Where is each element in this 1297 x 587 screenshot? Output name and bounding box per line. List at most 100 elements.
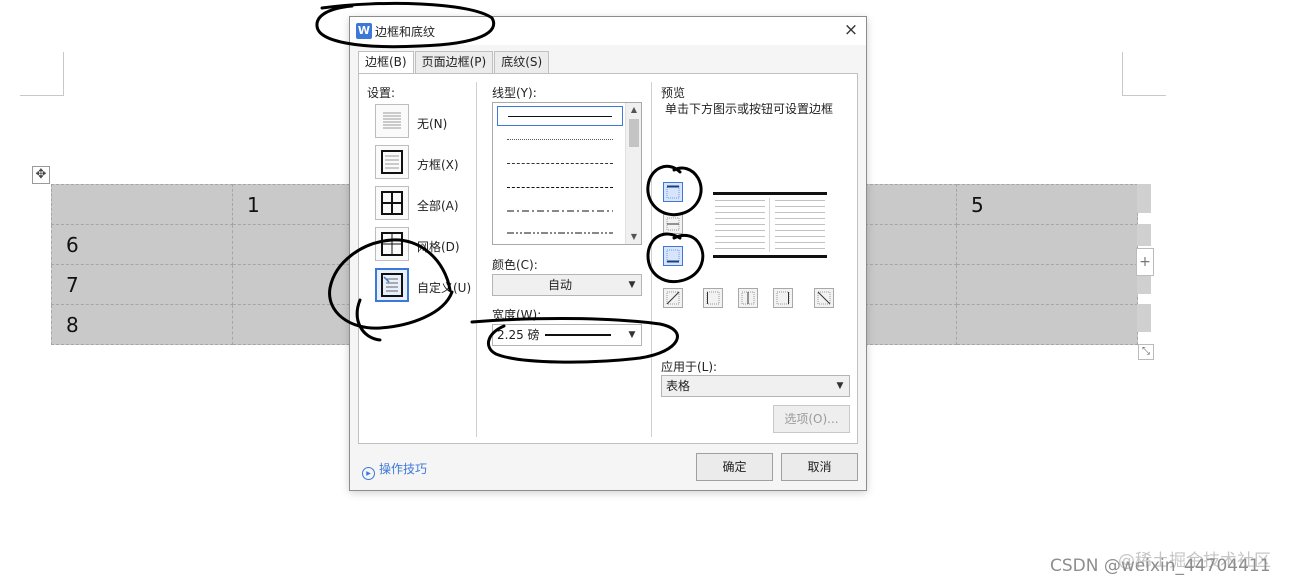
preview-top-border [713,192,827,195]
play-circle-icon: ▶ [362,467,375,480]
resize-diagonal-icon[interactable]: ⤡ [1138,344,1154,360]
line-style-dashed-small[interactable] [497,154,623,174]
scroll-thumb[interactable] [629,119,639,147]
setting-grid-button[interactable] [375,227,409,261]
setting-none-button[interactable] [375,104,409,138]
settings-label: 设置: [367,86,396,100]
table-cell[interactable]: 7 [51,264,233,305]
preview-text-line [775,206,825,207]
color-label: 颜色(C): [492,258,538,272]
apply-to-dropdown[interactable]: 表格 ▼ [661,375,850,397]
all-borders-icon [381,191,403,215]
table-cell[interactable]: 5 [956,184,1138,225]
line-style-dashed[interactable] [497,178,623,198]
dialog-titlebar[interactable]: W 边框和底纹 × [350,17,866,45]
setting-custom-label: 自定义(U) [417,281,472,295]
diagonal-down-border-button[interactable] [814,288,834,308]
preview-text-line [715,242,765,243]
border-preview[interactable] [713,192,827,258]
bottom-border-icon [666,249,680,263]
line-style-scrollbar[interactable]: ▲ ▼ [625,103,641,244]
table-edge-stub [1137,276,1151,294]
table-cell[interactable] [956,264,1138,305]
watermark-secondary: @稀土掘金技术社区 [1118,551,1271,571]
app-icon: W [356,23,372,39]
inside-vertical-border-icon [741,291,755,305]
ok-button[interactable]: 确定 [696,453,773,481]
preview-text-line [775,218,825,219]
bottom-border-button[interactable] [663,246,683,266]
setting-none-label: 无(N) [417,117,448,131]
tab-strip: 边框(B) 页面边框(P) 底纹(S) [358,51,550,74]
top-border-button[interactable] [663,182,683,202]
line-style-list[interactable]: ▲ ▼ [492,102,642,245]
preview-text-line [775,236,825,237]
preview-text-line [715,218,765,219]
preview-bottom-border [713,255,827,258]
table-cell[interactable]: 6 [51,224,233,265]
inside-horizontal-border-icon [666,217,680,231]
preview-text-line [715,206,765,207]
options-button[interactable]: 选项(O)... [773,405,850,433]
right-border-icon [776,291,790,305]
width-dropdown[interactable]: 2.25 磅 ▼ [492,324,642,346]
chevron-down-icon[interactable]: ▼ [626,230,641,244]
preview-text-line [775,200,825,201]
tab-shading[interactable]: 底纹(S) [494,51,550,73]
line-style-dash-dot-dot[interactable] [497,224,623,244]
preview-text-line [775,248,825,249]
close-icon[interactable]: × [840,19,862,41]
borders-and-shading-dialog: W 边框和底纹 × 边框(B) 页面边框(P) 底纹(S) 设置: 无(N) 方… [349,16,867,491]
table-cell[interactable] [51,184,233,225]
grid-border-icon [381,232,403,256]
table-cell[interactable]: 8 [51,304,233,345]
color-value: 自动 [547,278,572,292]
column-divider [651,82,652,437]
no-border-icon [383,112,401,129]
setting-box-label: 方框(X) [417,158,459,172]
setting-custom-button[interactable] [375,268,409,302]
tips-link[interactable]: ▶ 操作技巧 [362,460,427,480]
color-dropdown[interactable]: 自动 ▼ [492,274,642,296]
dialog-title: 边框和底纹 [375,25,436,39]
column-divider [476,82,477,437]
line-style-solid[interactable] [497,106,623,126]
page-corner-top-right [1122,52,1166,96]
diagonal-up-border-button[interactable] [663,288,683,308]
preview-text-line [715,248,765,249]
right-border-button[interactable] [773,288,793,308]
line-style-label: 线型(Y): [492,86,537,100]
table-edge-stub [1137,184,1151,213]
table-cell[interactable] [956,224,1138,265]
setting-all-label: 全部(A) [417,199,459,213]
left-border-button[interactable] [703,288,723,308]
tab-panel: 设置: 无(N) 方框(X) 全部(A) 网格(D) 自定义(U) 线型(Y):… [358,73,858,444]
dropdown-arrow-icon: ▼ [836,381,844,391]
setting-all-button[interactable] [375,186,409,220]
tab-borders[interactable]: 边框(B) [358,51,414,74]
setting-box-button[interactable] [375,145,409,179]
apply-to-value: 表格 [666,379,691,393]
table-edge-stub [1137,304,1151,332]
setting-grid-label: 网格(D) [417,240,460,254]
page-corner-top-left [20,52,64,96]
top-border-icon [666,185,680,199]
cancel-button[interactable]: 取消 [781,453,858,481]
line-style-dotted-fine[interactable] [497,130,623,150]
diagonal-up-border-icon [666,291,680,305]
chevron-up-icon[interactable]: ▲ [626,103,641,117]
plus-icon[interactable]: + [1136,248,1154,276]
preview-hint: 单击下方图示或按钮可设置边框 [665,102,834,116]
line-style-dash-dot[interactable] [497,202,623,222]
preview-text-line [775,212,825,213]
table-edge-stub [1137,224,1151,246]
preview-text-line [715,212,765,213]
move-cross-icon[interactable]: ✥ [32,166,50,184]
preview-text-line [775,242,825,243]
table-cell[interactable] [956,304,1138,345]
tab-page-borders[interactable]: 页面边框(P) [414,51,494,73]
inside-vertical-border-button[interactable] [738,288,758,308]
inside-horizontal-border-button[interactable] [663,214,683,234]
preview-center-divider [769,198,770,252]
preview-text-line [775,224,825,225]
